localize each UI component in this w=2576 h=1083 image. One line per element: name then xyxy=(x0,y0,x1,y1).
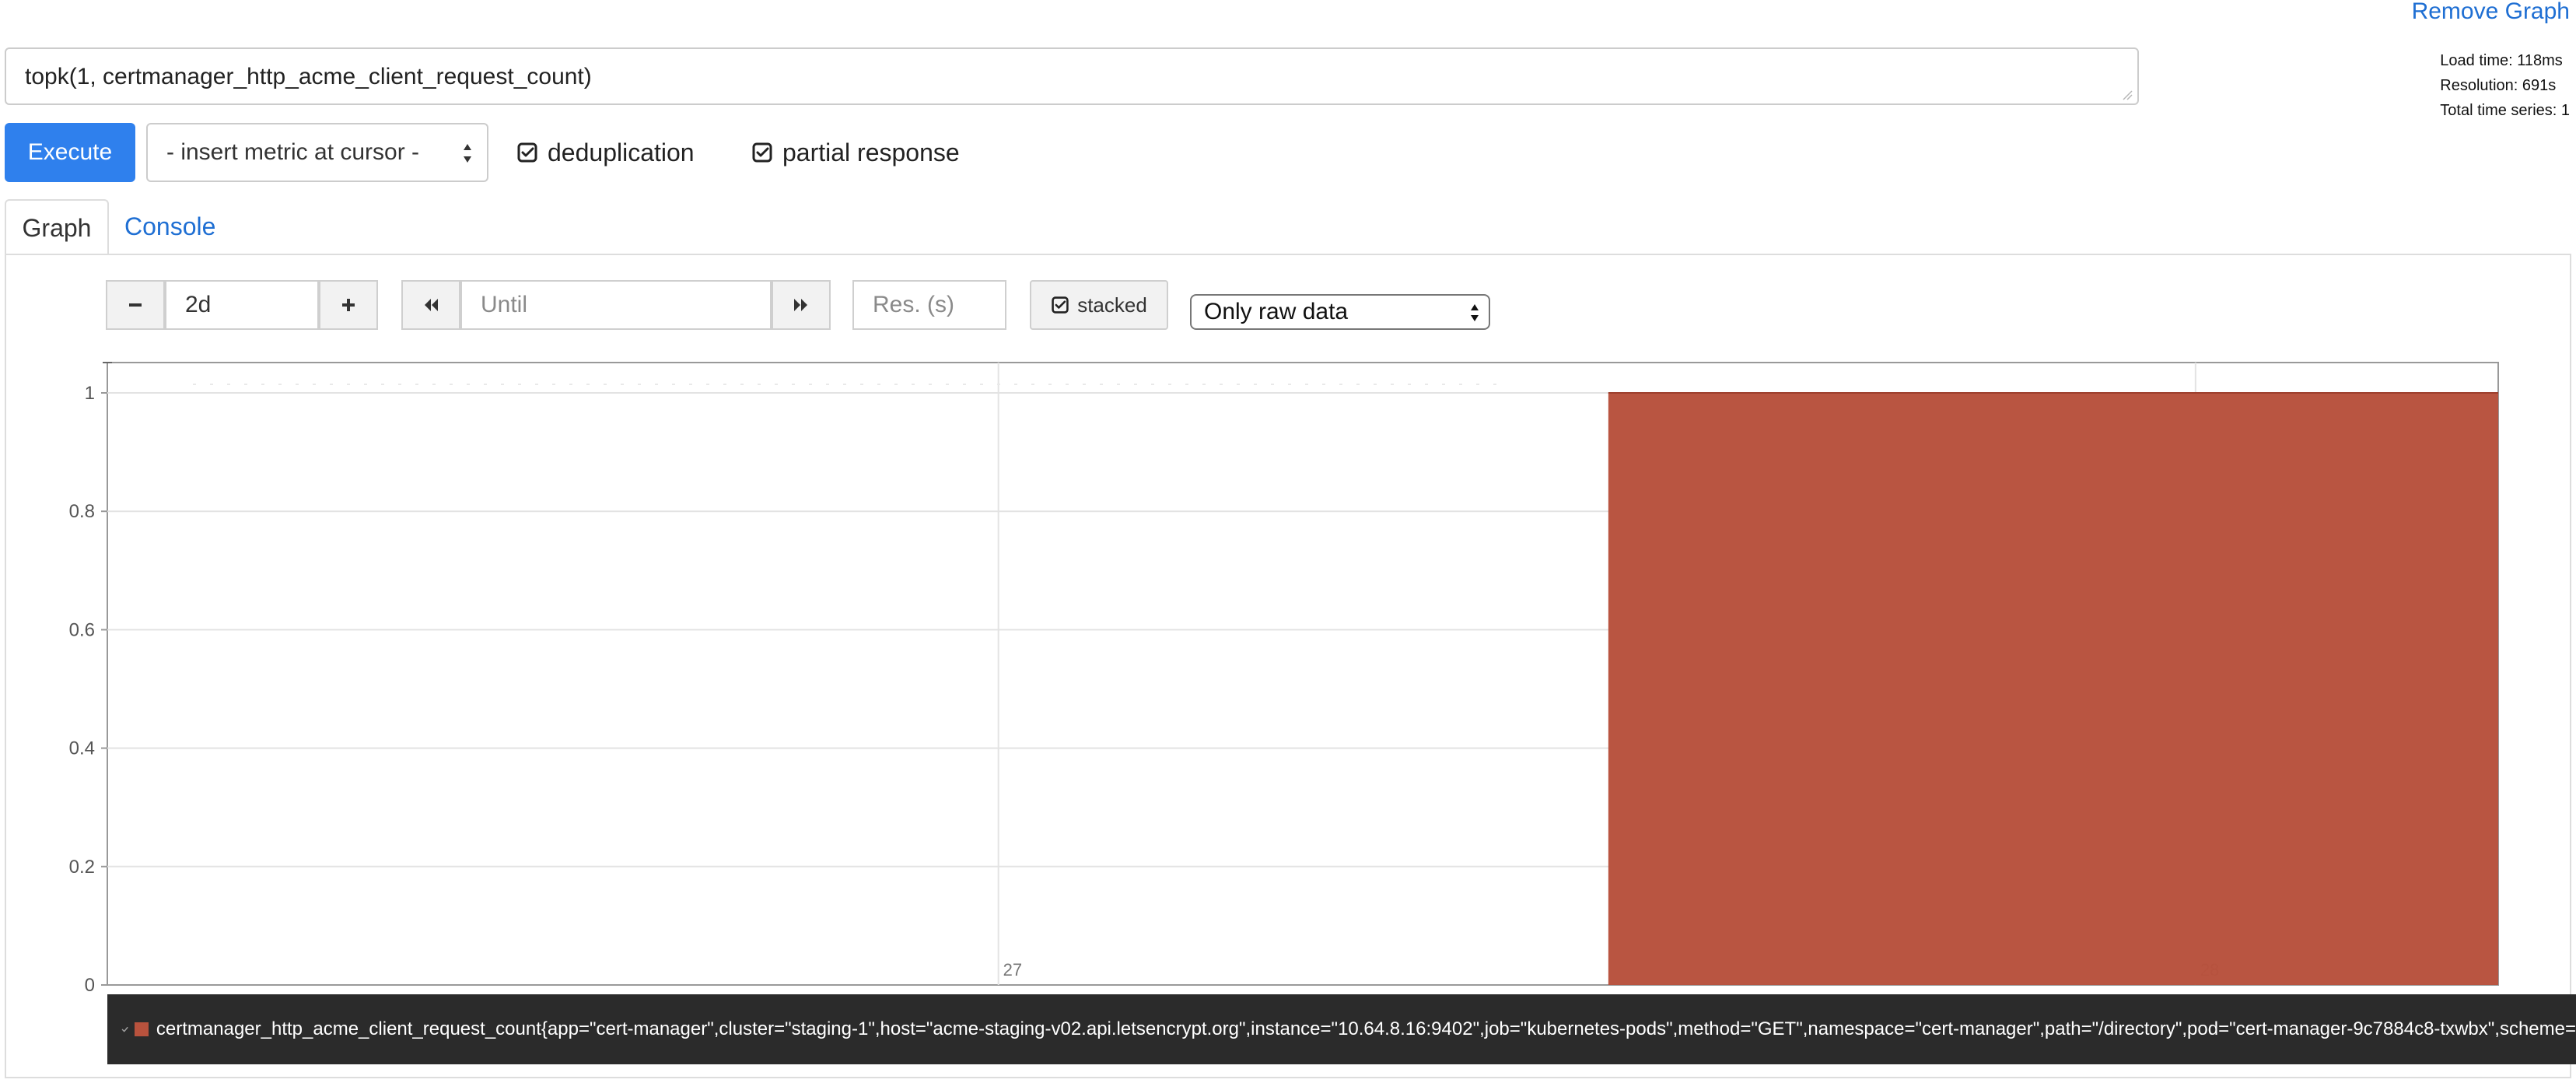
resolution: Resolution: 691s xyxy=(2440,77,2557,94)
tab-console[interactable]: Console xyxy=(124,199,215,255)
partial-response-label: partial response xyxy=(782,138,960,166)
legend-swatch xyxy=(134,1022,149,1036)
y-tick-label: 0.4 xyxy=(69,738,95,759)
expression-input[interactable]: topk(1, certmanager_http_acme_client_req… xyxy=(5,47,2139,105)
range-value: 2d xyxy=(185,292,212,317)
expression-text: topk(1, certmanager_http_acme_client_req… xyxy=(25,64,592,89)
plus-icon xyxy=(342,299,355,311)
checkbox-checked-icon[interactable] xyxy=(516,142,538,163)
checkbox-checked-icon xyxy=(1052,296,1069,314)
remove-graph-link[interactable]: Remove Graph xyxy=(2412,0,2570,25)
stacked-label: stacked xyxy=(1077,293,1147,317)
resize-grip-icon[interactable] xyxy=(2120,88,2133,100)
legend[interactable]: certmanager_http_acme_client_request_cou… xyxy=(107,994,2576,1064)
y-tick-label: 0.8 xyxy=(69,501,95,522)
range-increase-button[interactable] xyxy=(319,280,378,330)
double-chevron-left-icon xyxy=(425,299,438,311)
y-tick-label: 0 xyxy=(85,975,95,996)
range-decrease-button[interactable] xyxy=(106,280,165,330)
query-stats: Load time: 118ms Resolution: 691s Total … xyxy=(2440,48,2570,123)
insert-metric-select[interactable]: - insert metric at cursor - xyxy=(146,123,488,182)
y-tick-label: 0.6 xyxy=(69,619,95,640)
insert-metric-label: - insert metric at cursor - xyxy=(166,139,420,165)
load-time: Load time: 118ms xyxy=(2440,52,2563,69)
execute-button[interactable]: Execute xyxy=(5,123,135,182)
raw-data-value: Only raw data xyxy=(1204,299,1349,324)
double-chevron-right-icon xyxy=(794,299,807,311)
deduplication-option[interactable]: deduplication xyxy=(516,132,695,173)
select-arrows-icon xyxy=(464,144,471,163)
legend-check-icon[interactable] xyxy=(121,1021,128,1038)
range-input[interactable]: 2d xyxy=(165,280,319,330)
resolution-input[interactable]: Res. (s) xyxy=(852,280,1006,330)
tab-graph[interactable]: Graph xyxy=(5,199,109,255)
raw-data-select[interactable]: Only raw data xyxy=(1190,294,1490,330)
deduplication-label: deduplication xyxy=(548,138,695,166)
legend-series-label: certmanager_http_acme_client_request_cou… xyxy=(156,1018,2576,1039)
time-forward-button[interactable] xyxy=(772,280,831,330)
minus-icon xyxy=(129,303,142,307)
select-arrows-icon xyxy=(1471,304,1479,321)
time-back-button[interactable] xyxy=(401,280,460,330)
resolution-placeholder: Res. (s) xyxy=(873,292,954,317)
until-input[interactable]: Until xyxy=(460,280,772,330)
series-area-0 xyxy=(1608,393,2498,985)
total-time-series: Total time series: 1 xyxy=(2440,102,2570,119)
checkbox-checked-icon[interactable] xyxy=(751,142,773,163)
partial-response-option[interactable]: partial response xyxy=(751,132,960,173)
y-tick-label: 0.2 xyxy=(69,857,95,878)
stacked-toggle[interactable]: stacked xyxy=(1030,280,1168,330)
x-tick-label: 27 xyxy=(1003,960,1022,980)
y-tick-label: 1 xyxy=(85,383,95,404)
until-placeholder: Until xyxy=(481,292,528,317)
